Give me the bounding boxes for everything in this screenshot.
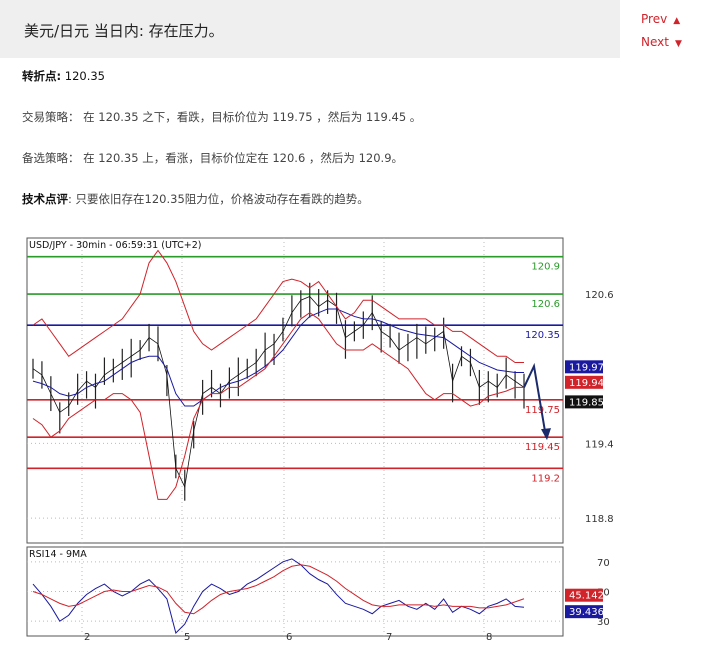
main-plot-frame: [26, 237, 564, 544]
y-tick-label: 119.4: [585, 439, 614, 450]
prev-link[interactable]: Prev ▲: [641, 12, 680, 26]
triangle-down-icon: ▼: [674, 39, 682, 49]
price-tag-label: 119.85: [569, 397, 604, 408]
alternative-strategy: 备选策略： 在 120.35 上，看涨，目标价位定在 120.6 ，然后为 12…: [22, 151, 404, 165]
prev-label[interactable]: Prev: [641, 12, 667, 26]
chart-container: USD/JPY - 30min - 06:59:31 (UTC+2) RSI14 …: [22, 233, 716, 643]
rsi-tag-label: 39.436: [569, 607, 604, 618]
x-tick-label: 8: [486, 632, 492, 643]
rsi-title: RSI14 - 9MA: [29, 549, 87, 560]
level-label: 120.6: [531, 299, 560, 310]
page-title: 美元/日元 当日内: 存在压力。: [24, 22, 224, 40]
chart-title: USD/JPY - 30min - 06:59:31 (UTC+2): [29, 240, 202, 251]
price-tag-label: 119.971: [569, 362, 610, 373]
x-tick-label: 6: [286, 632, 292, 643]
technical-comment-text: : 只要依旧存在120.35阻力位，价格波动存在看跌的趋势。: [68, 192, 369, 206]
level-label: 119.45: [525, 442, 560, 453]
page-header: 美元/日元 当日内: 存在压力。: [0, 0, 620, 58]
pivot-point: 转折点: 120.35: [22, 68, 105, 84]
pivot-label: 转折点:: [22, 69, 62, 83]
triangle-up-icon: ▲: [673, 16, 681, 26]
price-tag-label: 119.943: [569, 378, 610, 389]
rsi-tick-label: 70: [597, 558, 610, 569]
x-tick-label: 2: [84, 632, 90, 643]
price-chart: USD/JPY - 30min - 06:59:31 (UTC+2) RSI14 …: [26, 237, 614, 643]
trading-strategy: 交易策略： 在 120.35 之下，看跌，目标价位为 119.75 ，然后为 1…: [22, 110, 422, 124]
technical-comment: 技术点评: 只要依旧存在120.35阻力位，价格波动存在看跌的趋势。: [22, 191, 369, 207]
technical-comment-label: 技术点评: [22, 192, 68, 206]
level-label: 120.9: [531, 262, 560, 273]
rsi-tick-label: 30: [597, 617, 610, 628]
pivot-value: 120.35: [61, 69, 106, 83]
level-label: 120.35: [525, 330, 560, 341]
level-label: 119.2: [531, 473, 560, 484]
y-tick-label: 118.8: [585, 514, 614, 525]
next-link[interactable]: Next ▼: [641, 35, 682, 49]
rsi-tag-label: 45.142: [569, 591, 604, 602]
y-tick-label: 120.6: [585, 290, 614, 301]
x-tick-label: 5: [184, 632, 190, 643]
x-tick-label: 7: [386, 632, 392, 643]
next-label[interactable]: Next: [641, 35, 669, 49]
